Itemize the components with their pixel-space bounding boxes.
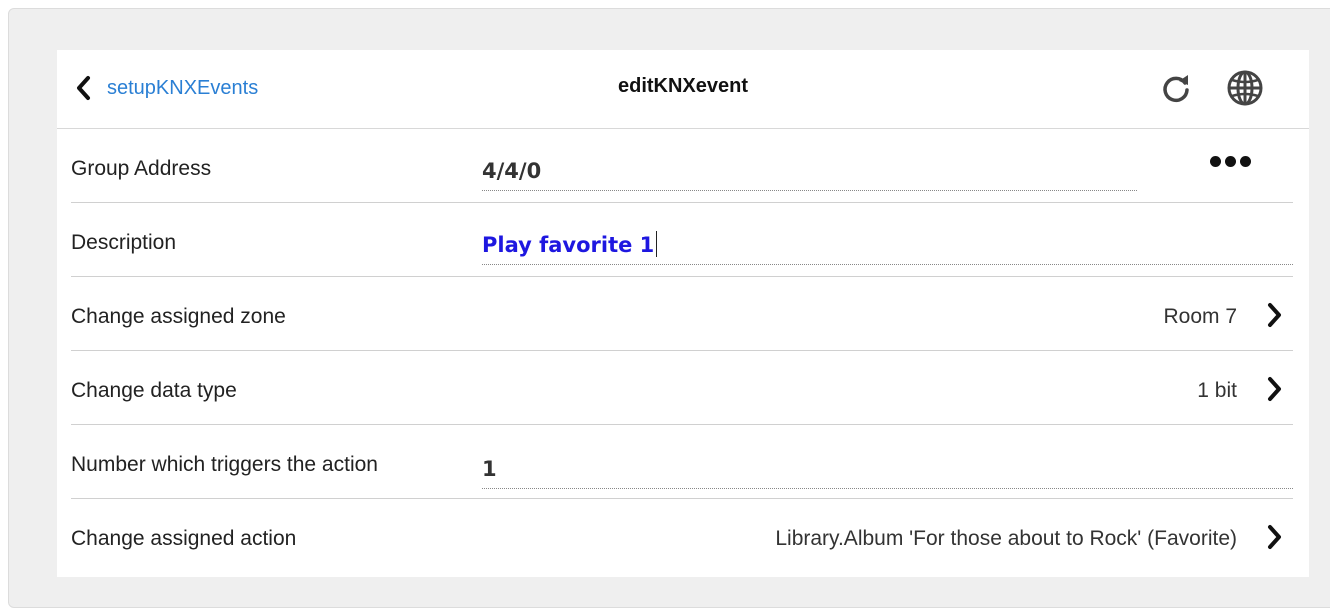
trigger-number-input[interactable]: 1 — [482, 453, 1293, 489]
globe-icon — [1227, 70, 1263, 106]
refresh-button[interactable] — [1156, 68, 1196, 108]
trigger-number-row: Number which triggers the action 1 — [71, 425, 1293, 499]
assigned-zone-label: Change assigned zone — [71, 305, 286, 328]
description-row: Description Play favorite 1 — [71, 203, 1293, 277]
more-options-button[interactable] — [1210, 156, 1251, 167]
assigned-zone-value: Room 7 — [1163, 305, 1237, 328]
group-address-row: Group Address 4/4/0 — [71, 129, 1293, 203]
assigned-action-label: Change assigned action — [71, 527, 297, 550]
data-type-row[interactable]: Change data type 1 bit — [71, 351, 1293, 425]
more-dots-icon-dot — [1240, 156, 1251, 167]
description-label: Description — [71, 231, 177, 254]
refresh-icon — [1163, 75, 1189, 103]
more-dots-icon-dot — [1225, 156, 1236, 167]
data-type-label: Change data type — [71, 379, 237, 402]
description-value: Play favorite 1 — [482, 233, 655, 257]
chevron-right-icon[interactable] — [1267, 524, 1283, 550]
page-title: editKNXevent — [617, 75, 749, 97]
chevron-right-icon[interactable] — [1267, 302, 1283, 328]
language-button[interactable] — [1225, 68, 1265, 108]
edit-knx-event-panel: setupKNXEvents editKNXevent Group Addres… — [57, 50, 1309, 577]
group-address-label: Group Address — [71, 157, 212, 180]
data-type-value: 1 bit — [1197, 379, 1237, 402]
header-bar: setupKNXEvents editKNXevent — [57, 50, 1309, 129]
more-dots-icon — [1210, 156, 1221, 167]
assigned-action-row[interactable]: Change assigned action Library.Album 'Fo… — [71, 499, 1293, 577]
assigned-action-value: Library.Album 'For those about to Rock' … — [775, 527, 1237, 550]
trigger-number-label: Number which triggers the action — [71, 453, 378, 476]
page-frame: setupKNXEvents editKNXevent Group Addres… — [8, 8, 1330, 608]
assigned-zone-row[interactable]: Change assigned zone Room 7 — [71, 277, 1293, 351]
group-address-input[interactable]: 4/4/0 — [482, 155, 1137, 191]
description-input[interactable]: Play favorite 1 — [482, 229, 1293, 265]
text-cursor — [656, 231, 658, 257]
chevron-right-icon[interactable] — [1267, 376, 1283, 402]
